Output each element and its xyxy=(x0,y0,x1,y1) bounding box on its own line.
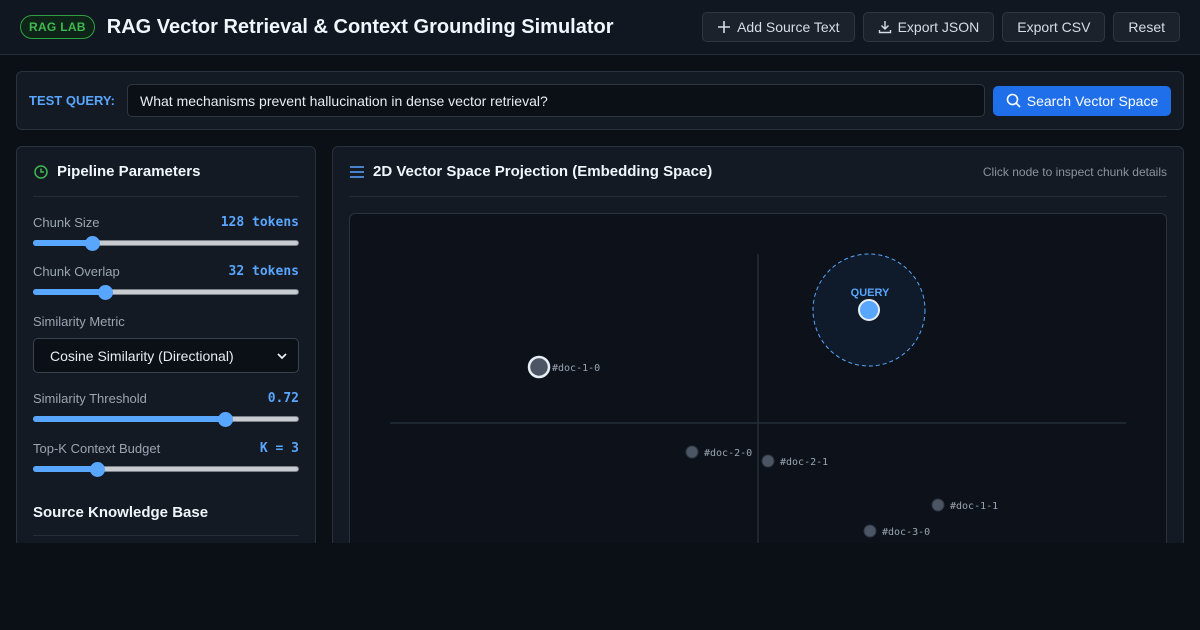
slider-thumb[interactable] xyxy=(89,462,105,477)
chunk-label: #doc-1-1 xyxy=(950,501,998,512)
export-json-label: Export JSON xyxy=(897,19,980,35)
query-input[interactable]: What mechanisms prevent hallucination in… xyxy=(127,84,985,117)
reset-button[interactable]: Reset xyxy=(1113,12,1180,42)
chunk-label: #doc-2-1 xyxy=(780,457,828,468)
top-k-value: K = 3 xyxy=(259,441,299,456)
search-vector-space-button[interactable]: Search Vector Space xyxy=(993,85,1171,116)
chunk-size-param: Chunk Size 128 tokens xyxy=(33,215,299,251)
chunk-size-value: 128 tokens xyxy=(220,215,299,230)
chunk-label: #doc-3-0 xyxy=(882,527,930,538)
pipeline-parameters-panel: Pipeline Parameters Chunk Size 128 token… xyxy=(16,146,316,592)
vector-space-title: 2D Vector Space Projection (Embedding Sp… xyxy=(373,163,713,180)
slider-thumb[interactable] xyxy=(84,236,100,251)
query-label: TEST QUERY: xyxy=(29,93,115,108)
vector-space-header: 2D Vector Space Projection (Embedding Sp… xyxy=(349,147,1167,197)
chunk-overlap-param: Chunk Overlap 32 tokens xyxy=(33,264,299,300)
add-source-label: Add Source Text xyxy=(737,19,840,35)
chunk-point[interactable] xyxy=(863,524,877,538)
add-source-button[interactable]: Add Source Text xyxy=(702,12,855,42)
embedding-canvas[interactable]: QUERY #doc-1-0 #doc-2-0 #doc-2-1 #doc-1-… xyxy=(349,213,1167,573)
chunk-size-label: Chunk Size xyxy=(33,215,100,230)
chunk-point[interactable] xyxy=(761,454,775,468)
slider-thumb[interactable] xyxy=(217,412,233,427)
query-bar: TEST QUERY: What mechanisms prevent hall… xyxy=(16,71,1184,130)
chunk-overlap-slider[interactable] xyxy=(33,285,299,300)
parameters-title: Pipeline Parameters xyxy=(57,163,201,180)
chunk-label: #doc-2-0 xyxy=(704,448,752,459)
query-node-label: QUERY xyxy=(851,287,890,299)
search-icon xyxy=(1006,93,1021,108)
chunk-label: #doc-1-0 xyxy=(552,363,600,374)
chunk-point[interactable] xyxy=(931,498,945,512)
query-point[interactable] xyxy=(858,299,880,321)
export-csv-label: Export CSV xyxy=(1017,19,1091,35)
similarity-metric-select[interactable]: Cosine Similarity (Directional) xyxy=(33,338,299,373)
node-doc-2-0[interactable]: #doc-2-0 xyxy=(685,445,752,459)
search-button-label: Search Vector Space xyxy=(1026,92,1159,109)
embedding-plot: QUERY #doc-1-0 #doc-2-0 #doc-2-1 #doc-1-… xyxy=(390,253,1126,572)
header-actions: Add Source Text Export JSON Export CSV R… xyxy=(702,12,1180,42)
node-doc-1-1[interactable]: #doc-1-1 xyxy=(931,498,998,512)
slider-thumb[interactable] xyxy=(97,285,113,300)
export-json-button[interactable]: Export JSON xyxy=(862,12,995,42)
similarity-threshold-slider[interactable] xyxy=(33,412,299,427)
chunk-overlap-value: 32 tokens xyxy=(228,264,299,279)
node-doc-1-0[interactable]: #doc-1-0 xyxy=(527,355,600,379)
menu-icon xyxy=(350,165,364,178)
vector-space-hint: Click node to inspect chunk details xyxy=(982,164,1167,179)
similarity-threshold-param: Similarity Threshold 0.72 xyxy=(33,391,299,427)
similarity-metric-label: Similarity Metric xyxy=(33,314,125,329)
top-k-param: Top-K Context Budget K = 3 xyxy=(33,441,299,477)
viewport-bottom-area xyxy=(0,543,1200,630)
node-doc-2-1[interactable]: #doc-2-1 xyxy=(761,454,828,468)
plus-icon xyxy=(718,21,731,33)
export-csv-button[interactable]: Export CSV xyxy=(1002,12,1106,42)
reset-label: Reset xyxy=(1128,19,1165,35)
similarity-metric-param: Similarity Metric Cosine Similarity (Dir… xyxy=(33,314,299,373)
query-input-value: What mechanisms prevent hallucination in… xyxy=(140,92,548,109)
app-header: RAG LAB RAG Vector Retrieval & Context G… xyxy=(0,0,1200,55)
top-k-label: Top-K Context Budget xyxy=(33,441,161,456)
node-doc-3-0[interactable]: #doc-3-0 xyxy=(863,524,930,538)
top-k-slider[interactable] xyxy=(33,462,299,477)
clock-icon xyxy=(34,164,48,179)
chunk-size-slider[interactable] xyxy=(33,236,299,251)
app-title: RAG Vector Retrieval & Context Grounding… xyxy=(106,15,614,38)
chunk-point[interactable] xyxy=(685,445,699,459)
app-badge: RAG LAB xyxy=(20,15,95,39)
similarity-threshold-label: Similarity Threshold xyxy=(33,391,147,406)
query-node[interactable]: QUERY xyxy=(812,253,926,367)
similarity-threshold-value: 0.72 xyxy=(267,391,299,406)
similarity-metric-selected: Cosine Similarity (Directional) xyxy=(50,347,234,364)
download-icon xyxy=(878,21,891,34)
chunk-point[interactable] xyxy=(527,355,551,379)
vector-space-panel: 2D Vector Space Projection (Embedding Sp… xyxy=(332,146,1184,573)
knowledge-base-title: Source Knowledge Base xyxy=(33,504,299,536)
parameters-header: Pipeline Parameters xyxy=(33,147,299,197)
chevron-down-icon xyxy=(277,352,287,359)
chunk-overlap-label: Chunk Overlap xyxy=(33,264,120,279)
